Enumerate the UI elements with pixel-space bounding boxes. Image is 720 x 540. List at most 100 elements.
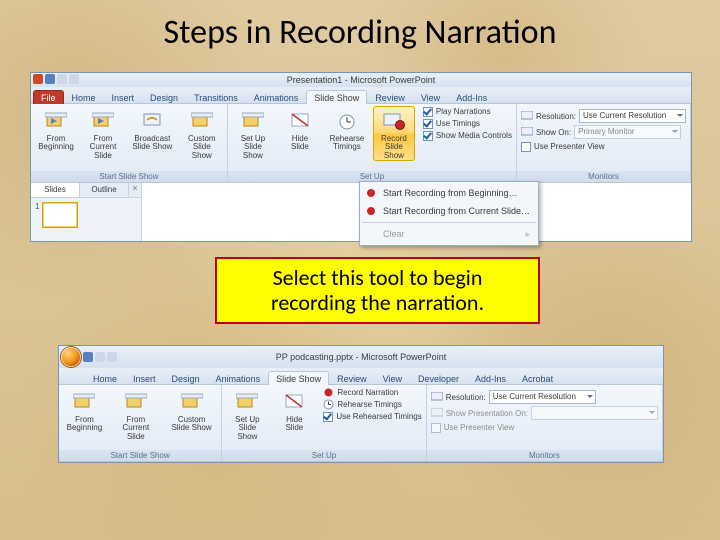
- ribbon: From Beginning From Current Slide Custom…: [59, 385, 663, 462]
- tab-animations[interactable]: Animations: [246, 90, 307, 104]
- slide-thumbnail[interactable]: 1: [35, 202, 137, 228]
- tab-slideshow[interactable]: Slide Show: [306, 90, 367, 104]
- from-current-slide-button[interactable]: From Current Slide: [111, 387, 161, 442]
- label: Start Recording from Current Slide…: [383, 206, 530, 216]
- slides-tab[interactable]: Slides: [31, 183, 80, 197]
- tab-home[interactable]: Home: [64, 90, 104, 104]
- record-narration-button[interactable]: Record Narration: [323, 387, 421, 398]
- tab-design[interactable]: Design: [164, 371, 208, 385]
- show-media-controls-checkbox[interactable]: Show Media Controls: [423, 130, 512, 141]
- group-start-slide-show: From Beginning From Current Slide Broadc…: [31, 104, 228, 182]
- save-icon[interactable]: [45, 74, 55, 84]
- undo-icon[interactable]: [57, 74, 67, 84]
- projector-icon: [241, 109, 265, 133]
- tab-slideshow[interactable]: Slide Show: [268, 371, 329, 385]
- tab-insert[interactable]: Insert: [104, 90, 143, 104]
- group-monitors: Resolution: Use Current Resolution Show …: [517, 104, 691, 182]
- tab-addins[interactable]: Add-Ins: [467, 371, 514, 385]
- label: Custom Slide Show: [184, 135, 220, 160]
- tab-view[interactable]: View: [375, 371, 410, 385]
- tab-animations[interactable]: Animations: [208, 371, 269, 385]
- menu-start-from-current[interactable]: Start Recording from Current Slide…: [362, 202, 536, 220]
- close-panel-icon[interactable]: ×: [129, 183, 141, 197]
- outline-tab[interactable]: Outline: [80, 183, 129, 197]
- tab-insert[interactable]: Insert: [125, 371, 164, 385]
- custom-slide-show-button[interactable]: Custom Slide Show: [181, 106, 223, 161]
- label: Use Rehearsed Timings: [336, 411, 421, 422]
- play-narrations-checkbox[interactable]: Play Narrations: [423, 106, 512, 117]
- powerpoint-2010-window: Presentation1 - Microsoft PowerPoint Fil…: [30, 72, 692, 242]
- office-button[interactable]: [61, 347, 81, 367]
- redo-icon[interactable]: [107, 352, 117, 362]
- projector-icon: [190, 109, 214, 133]
- label: From Beginning: [66, 416, 103, 433]
- tab-developer[interactable]: Developer: [410, 371, 467, 385]
- set-up-slide-show-button[interactable]: Set Up Slide Show: [226, 387, 268, 442]
- record-slide-show-button[interactable]: Record Slide Show: [373, 106, 415, 161]
- hide-slide-button[interactable]: Hide Slide: [273, 387, 315, 434]
- record-icon: [364, 186, 378, 200]
- checkbox-icon: [423, 131, 433, 141]
- from-beginning-button[interactable]: From Beginning: [63, 387, 106, 434]
- use-presenter-view-checkbox[interactable]: Use Presenter View: [521, 141, 686, 152]
- resolution-dropdown[interactable]: Use Current Resolution: [579, 109, 686, 123]
- projector-icon: [235, 390, 259, 414]
- tab-view[interactable]: View: [413, 90, 448, 104]
- resolution-row: Resolution: Use Current Resolution: [431, 390, 658, 404]
- rehearse-timings-button[interactable]: Rehearse Timings: [323, 399, 421, 410]
- window-title: PP podcasting.pptx - Microsoft PowerPoin…: [276, 352, 446, 362]
- tab-review[interactable]: Review: [329, 371, 375, 385]
- monitor-icon: [431, 392, 443, 402]
- tab-acrobat[interactable]: Acrobat: [514, 371, 561, 385]
- redo-icon[interactable]: [69, 74, 79, 84]
- tab-design[interactable]: Design: [142, 90, 186, 104]
- resolution-dropdown[interactable]: Use Current Resolution: [489, 390, 596, 404]
- group-label: Start Slide Show: [59, 450, 221, 461]
- menu-clear[interactable]: Clear ▸: [362, 225, 536, 243]
- projector-icon: [124, 390, 148, 414]
- record-icon: [323, 387, 334, 398]
- projector-icon: [91, 109, 115, 133]
- resolution-row: Resolution: Use Current Resolution: [521, 109, 686, 123]
- custom-slide-show-button[interactable]: Custom Slide Show: [166, 387, 218, 434]
- powerpoint-icon[interactable]: [33, 74, 43, 84]
- label: Custom Slide Show: [169, 416, 215, 433]
- hide-slide-button[interactable]: Hide Slide: [279, 106, 321, 153]
- slides-panel: Slides Outline × 1: [31, 183, 142, 241]
- ribbon: From Beginning From Current Slide Broadc…: [31, 104, 691, 183]
- from-beginning-button[interactable]: From Beginning: [35, 106, 77, 153]
- clock-icon: [335, 109, 359, 133]
- label: From Beginning: [38, 135, 74, 152]
- group-start-slide-show: From Beginning From Current Slide Custom…: [59, 385, 222, 461]
- set-up-slide-show-button[interactable]: Set Up Slide Show: [232, 106, 274, 161]
- undo-icon[interactable]: [95, 352, 105, 362]
- tab-home[interactable]: Home: [85, 371, 125, 385]
- label: Show Media Controls: [436, 130, 512, 141]
- show-on-dropdown[interactable]: Primary Monitor: [574, 125, 681, 139]
- show-on-dropdown: [531, 406, 658, 420]
- menu-start-from-beginning[interactable]: Start Recording from Beginning…: [362, 184, 536, 202]
- save-icon[interactable]: [83, 352, 93, 362]
- slide-number: 1: [35, 202, 39, 211]
- tab-file[interactable]: File: [33, 90, 64, 104]
- tab-review[interactable]: Review: [367, 90, 413, 104]
- show-on-row: Show On: Primary Monitor: [521, 125, 686, 139]
- tab-transitions[interactable]: Transitions: [186, 90, 246, 104]
- record-slide-show-menu: Start Recording from Beginning… Start Re…: [359, 181, 539, 246]
- label: From Current Slide: [114, 416, 158, 441]
- broadcast-button[interactable]: Broadcast Slide Show: [129, 106, 176, 153]
- from-current-slide-button[interactable]: From Current Slide: [82, 106, 124, 161]
- use-presenter-view-checkbox[interactable]: Use Presenter View: [431, 422, 658, 433]
- label: Start Recording from Beginning…: [383, 188, 518, 198]
- checkbox-icon: [423, 119, 433, 129]
- clock-icon: [323, 399, 334, 410]
- use-rehearsed-timings-checkbox[interactable]: Use Rehearsed Timings: [323, 411, 421, 422]
- hide-slide-icon: [288, 109, 312, 133]
- checkbox-icon: [423, 107, 433, 117]
- tab-addins[interactable]: Add-Ins: [448, 90, 495, 104]
- window-title: Presentation1 - Microsoft PowerPoint: [287, 75, 436, 85]
- rehearse-timings-button[interactable]: Rehearse Timings: [326, 106, 368, 153]
- record-icon: [382, 109, 406, 133]
- use-timings-checkbox[interactable]: Use Timings: [423, 118, 512, 129]
- resolution-label: Resolution:: [446, 392, 486, 403]
